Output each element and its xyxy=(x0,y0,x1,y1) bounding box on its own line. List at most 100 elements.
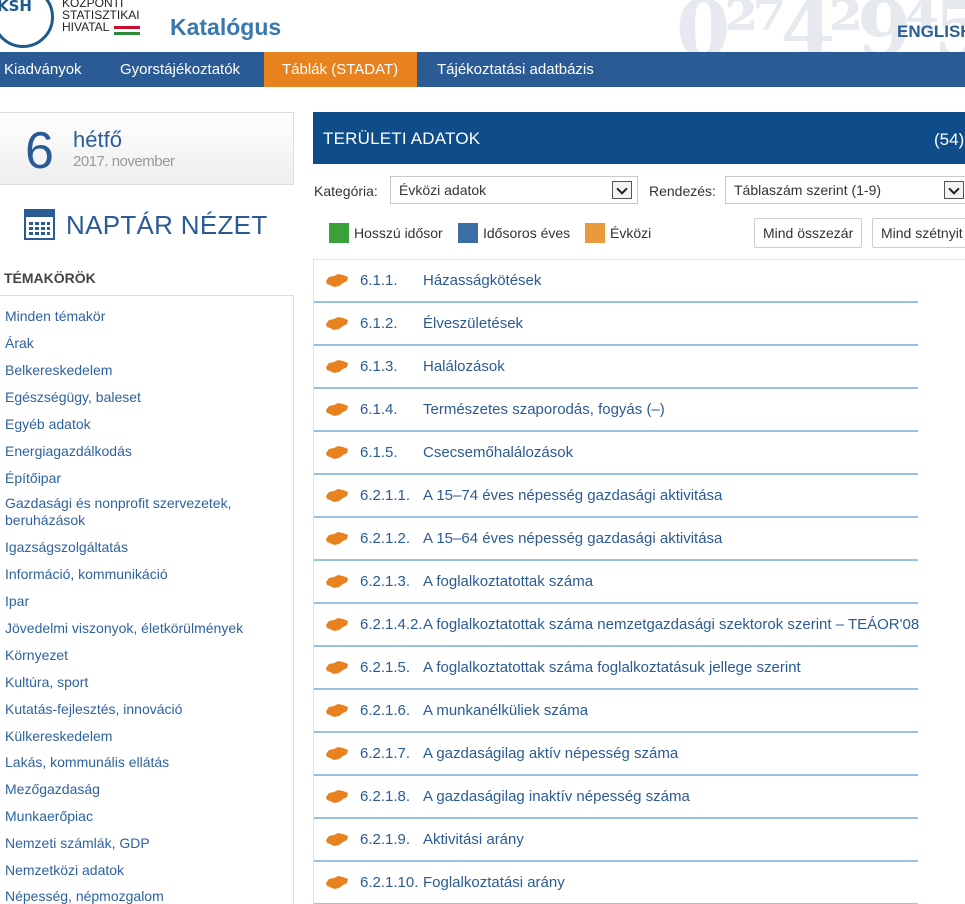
topic-item[interactable]: Gazdasági és nonprofit szervezetek, beru… xyxy=(5,495,245,529)
topic-item[interactable]: Információ, kommunikáció xyxy=(5,566,275,583)
topic-item[interactable]: Egyéb adatok xyxy=(5,416,275,433)
hungary-map-icon xyxy=(325,274,349,288)
table-number: 6.2.1.5. xyxy=(360,659,411,676)
table-number: 6.2.1.9. xyxy=(360,831,411,848)
table-row[interactable]: 6.1.4. Természetes szaporodás, fogyás (–) xyxy=(313,389,965,432)
nav-item-tablak[interactable]: Táblák (STADAT) xyxy=(264,52,417,87)
table-title[interactable]: A gazdaságilag aktív népesség száma xyxy=(423,745,678,762)
legend-green-swatch xyxy=(329,223,349,243)
table-row[interactable]: 6.2.1.10. Foglalkoztatási arány xyxy=(313,862,965,904)
table-title[interactable]: A foglalkoztatottak száma xyxy=(423,573,593,590)
hungary-map-icon xyxy=(325,360,349,374)
table-number: 6.1.1. xyxy=(360,272,398,289)
table-row[interactable]: 6.2.1.2. A 15–64 éves népesség gazdasági … xyxy=(313,518,965,561)
table-title[interactable]: A foglalkoztatottak száma foglalkoztatás… xyxy=(423,659,801,676)
table-row[interactable]: 6.2.1.6. A munkanélküliek száma xyxy=(313,690,965,733)
topic-item[interactable]: Kutatás-fejlesztés, innováció xyxy=(5,701,275,718)
topic-item[interactable]: Egészségügy, baleset xyxy=(5,389,275,406)
table-number: 6.1.4. xyxy=(360,401,398,418)
table-title[interactable]: Élveszületések xyxy=(423,315,523,332)
sort-select[interactable]: Táblaszám szerint (1-9) xyxy=(725,176,965,204)
logo-abbr: KSH xyxy=(0,0,32,15)
table-title[interactable]: Halálozások xyxy=(423,358,505,375)
catalog-title[interactable]: Katalógus xyxy=(170,14,281,41)
table-title[interactable]: A 15–64 éves népesség gazdasági aktivitá… xyxy=(423,530,722,547)
legend-orange-swatch xyxy=(585,223,605,243)
sort-label: Rendezés: xyxy=(649,183,716,199)
category-select[interactable]: Évközi adatok xyxy=(390,176,638,204)
table-number: 6.2.1.3. xyxy=(360,573,411,590)
topic-item[interactable]: Nemzeti számlák, GDP xyxy=(5,835,275,852)
topic-item[interactable]: Energiagazdálkodás xyxy=(5,443,275,460)
table-number: 6.2.1.4.2. xyxy=(360,616,423,633)
topic-item[interactable]: Építőipar xyxy=(5,470,275,487)
collapse-all-button[interactable]: Mind összezár xyxy=(754,218,862,248)
panel-title: TERÜLETI ADATOK xyxy=(323,129,481,148)
topic-item[interactable]: Külkereskedelem xyxy=(5,728,275,745)
table-number: 6.2.1.2. xyxy=(360,530,411,547)
table-row[interactable]: 6.1.3. Halálozások xyxy=(313,346,965,389)
topic-item[interactable]: Környezet xyxy=(5,647,275,664)
expand-all-button[interactable]: Mind szétnyit xyxy=(872,218,965,248)
topic-item[interactable]: Kultúra, sport xyxy=(5,674,275,691)
table-number: 6.2.1.7. xyxy=(360,745,411,762)
site-header: KSH KÖZPONTI STATISZTIKAI HIVATAL 0²⁷4²9… xyxy=(0,0,965,52)
table-title[interactable]: A gazdaságilag inaktív népesség száma xyxy=(423,788,690,805)
calendar-icon[interactable] xyxy=(24,209,55,240)
ksh-logo[interactable]: KSH xyxy=(0,0,54,48)
hungary-map-icon xyxy=(325,747,349,761)
topic-item[interactable]: Népesség, népmozgalom xyxy=(5,888,275,904)
hungary-map-icon xyxy=(325,317,349,331)
hungary-map-icon xyxy=(325,661,349,675)
sort-select-value: Táblaszám szerint (1-9) xyxy=(734,182,882,198)
topic-item[interactable]: Ipar xyxy=(5,593,275,610)
legend-idosoros-eves: Idősoros éves xyxy=(483,225,571,241)
topic-item[interactable]: Árak xyxy=(5,335,275,352)
hungarian-flag-icon xyxy=(114,26,140,35)
table-title[interactable]: A foglalkoztatottak száma nemzetgazdaság… xyxy=(423,616,919,633)
topic-item[interactable]: Jövedelmi viszonyok, életkörülmények xyxy=(5,620,275,637)
topic-item[interactable]: Nemzetközi adatok xyxy=(5,862,275,879)
table-title[interactable]: Házasságkötések xyxy=(423,272,541,289)
table-row[interactable]: 6.2.1.4.2. A foglalkoztatottak száma nemz… xyxy=(313,604,965,647)
table-title[interactable]: A 15–74 éves népesség gazdasági aktivitá… xyxy=(423,487,722,504)
date-month: 2017. november xyxy=(73,153,175,170)
table-row[interactable]: 6.2.1.8. A gazdaságilag inaktív népesség … xyxy=(313,776,965,819)
hungary-map-icon xyxy=(325,704,349,718)
main-nav: Kiadványok Gyorstájékoztatók Táblák (STA… xyxy=(0,52,965,87)
table-row[interactable]: 6.1.2. Élveszületések xyxy=(313,303,965,346)
table-title[interactable]: Foglalkoztatási arány xyxy=(423,874,565,891)
panel-header: TERÜLETI ADATOK (54) xyxy=(313,112,965,164)
category-select-value: Évközi adatok xyxy=(399,182,487,198)
table-row[interactable]: 6.2.1.7. A gazdaságilag aktív népesség sz… xyxy=(313,733,965,776)
table-row[interactable]: 6.1.1. Házasságkötések xyxy=(313,260,965,303)
topic-item[interactable]: Belkereskedelem xyxy=(5,362,275,379)
hungary-map-icon xyxy=(325,833,349,847)
nav-item-tajekoztatasi-adatbazis[interactable]: Tájékoztatási adatbázis xyxy=(437,52,594,87)
result-count: (54) xyxy=(934,130,965,149)
topic-item[interactable]: Mezőgazdaság xyxy=(5,781,275,798)
topic-item[interactable]: Munkaerőpiac xyxy=(5,808,275,825)
legend-hosszu-idosor: Hosszú idősor xyxy=(354,225,443,241)
table-row[interactable]: 6.2.1.5. A foglalkoztatottak száma foglal… xyxy=(313,647,965,690)
table-title[interactable]: Aktivitási arány xyxy=(423,831,524,848)
table-row[interactable]: 6.2.1.9. Aktivitási arány xyxy=(313,819,965,862)
table-title[interactable]: Természetes szaporodás, fogyás (–) xyxy=(423,401,665,418)
table-number: 6.2.1.8. xyxy=(360,788,411,805)
table-title[interactable]: Csecsemőhalálozások xyxy=(423,444,573,461)
english-language-link[interactable]: ENGLISH xyxy=(897,22,965,42)
table-row[interactable]: 6.1.5. Csecsemőhalálozások xyxy=(313,432,965,475)
chevron-down-icon xyxy=(944,181,964,199)
topic-item[interactable]: Lakás, kommunális ellátás xyxy=(5,754,275,771)
table-title[interactable]: A munkanélküliek száma xyxy=(423,702,588,719)
table-row[interactable]: 6.2.1.3. A foglalkoztatottak száma xyxy=(313,561,965,604)
topic-item[interactable]: Minden témakör xyxy=(5,308,275,325)
nav-item-gyorstajekoztatok[interactable]: Gyorstájékoztatók xyxy=(120,52,240,87)
table-row[interactable]: 6.2.1.1. A 15–74 éves népesség gazdasági … xyxy=(313,475,965,518)
table-number: 6.2.1.10. xyxy=(360,874,419,891)
hungary-map-icon xyxy=(325,575,349,589)
current-date: 6 hétfő 2017. november xyxy=(0,112,294,185)
nav-item-kiadvanyok[interactable]: Kiadványok xyxy=(4,52,82,87)
topic-item[interactable]: Igazságszolgáltatás xyxy=(5,539,275,556)
calendar-view-link[interactable]: NAPTÁR NÉZET xyxy=(66,210,268,241)
